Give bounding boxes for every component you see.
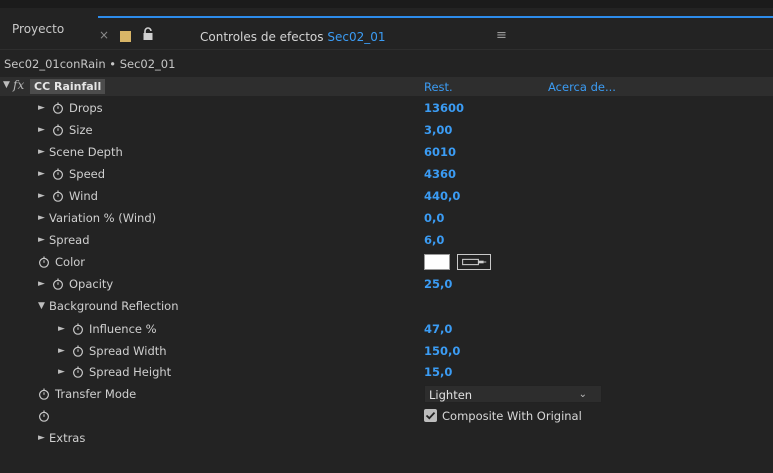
group-label: Extras [49, 431, 86, 445]
param-value-spread-height[interactable]: 15,0 [424, 361, 452, 383]
chevron-down-icon: ⌄ [578, 389, 587, 400]
param-label: Opacity [69, 277, 114, 291]
select-value: Lighten [429, 388, 473, 402]
expand-arrow-icon[interactable]: ► [38, 141, 45, 163]
param-label: Color [55, 255, 86, 269]
param-label: Spread Height [89, 365, 172, 379]
param-label: Scene Depth [49, 145, 123, 159]
param-label: Wind [69, 189, 98, 203]
param-row-spread-height: ► Spread Height 15,0 [0, 361, 773, 383]
param-value-variation[interactable]: 0,0 [424, 207, 444, 229]
param-group-background-reflection: ▼ Background Reflection [0, 295, 773, 317]
param-label: Size [69, 123, 93, 137]
tab-project[interactable]: Proyecto [12, 22, 64, 36]
active-tab-indicator [98, 16, 773, 18]
close-icon[interactable]: × [98, 28, 110, 42]
panel-menu-icon[interactable]: ≡ [496, 28, 507, 43]
stopwatch-icon[interactable] [38, 256, 50, 268]
param-row-composite: Composite With Original [0, 405, 773, 427]
checkbox-checked-icon[interactable] [424, 409, 437, 422]
param-label: Variation % (Wind) [49, 211, 157, 225]
param-value-opacity[interactable]: 25,0 [424, 273, 452, 295]
collapse-triangle-icon[interactable]: ▼ [3, 80, 10, 90]
param-row-influence: ► Influence % 47,0 [0, 318, 773, 340]
param-row-size: ► Size 3,00 [0, 119, 773, 141]
expand-arrow-icon[interactable]: ► [58, 361, 65, 383]
param-row-spread: ► Spread 6,0 [0, 229, 773, 251]
effect-name[interactable]: CC Rainfall [30, 79, 106, 94]
stopwatch-icon[interactable] [52, 190, 64, 202]
expand-arrow-icon[interactable]: ► [38, 207, 45, 229]
expand-arrow-icon[interactable]: ► [38, 229, 45, 251]
panel-tab-bar: Proyecto × Controles de efectos Sec02_01… [0, 8, 773, 50]
stopwatch-icon[interactable] [52, 278, 64, 290]
layer-color-swatch [120, 31, 131, 42]
param-value-spread[interactable]: 6,0 [424, 229, 444, 251]
collapse-arrow-icon[interactable]: ▼ [38, 295, 45, 317]
param-label: Spread [49, 233, 90, 247]
param-value-speed[interactable]: 4360 [424, 163, 456, 185]
param-value-size[interactable]: 3,00 [424, 119, 452, 141]
lock-icon[interactable] [141, 27, 155, 41]
param-value-drops[interactable]: 13600 [424, 97, 464, 119]
expand-arrow-icon[interactable]: ► [58, 340, 65, 362]
param-value-scene-depth[interactable]: 6010 [424, 141, 456, 163]
about-link[interactable]: Acerca de... [548, 80, 616, 94]
stopwatch-icon[interactable] [52, 168, 64, 180]
stopwatch-icon[interactable] [72, 345, 84, 357]
tab-title: Controles de efectos Sec02_01 [200, 30, 385, 44]
tab-title-comp: Sec02_01 [327, 30, 386, 44]
expand-arrow-icon[interactable]: ► [58, 318, 65, 340]
expand-arrow-icon[interactable]: ► [38, 185, 45, 207]
param-row-transfer-mode: Transfer Mode Lighten ⌄ [0, 383, 773, 405]
param-label: Transfer Mode [55, 387, 137, 401]
param-row-drops: ► Drops 13600 [0, 97, 773, 119]
param-value-influence[interactable]: 47,0 [424, 318, 452, 340]
param-value-spread-width[interactable]: 150,0 [424, 340, 460, 362]
effect-header-row[interactable]: ▼ fx CC Rainfall Rest. Acerca de... [0, 77, 773, 96]
color-swatch[interactable] [424, 254, 450, 270]
param-row-variation: ► Variation % (Wind) 0,0 [0, 207, 773, 229]
param-label: Drops [69, 101, 103, 115]
param-group-extras: ► Extras [0, 427, 773, 449]
param-label: Spread Width [89, 344, 167, 358]
param-row-wind: ► Wind 440,0 [0, 185, 773, 207]
param-label: Speed [69, 167, 106, 181]
expand-arrow-icon[interactable]: ► [38, 427, 45, 449]
param-row-speed: ► Speed 4360 [0, 163, 773, 185]
stopwatch-icon[interactable] [52, 124, 64, 136]
group-label: Background Reflection [49, 299, 179, 313]
tab-title-prefix: Controles de efectos [200, 30, 328, 44]
param-row-scene-depth: ► Scene Depth 6010 [0, 141, 773, 163]
eyedropper-icon[interactable] [457, 254, 491, 270]
param-row-opacity: ► Opacity 25,0 [0, 273, 773, 295]
expand-arrow-icon[interactable]: ► [38, 273, 45, 295]
expand-arrow-icon[interactable]: ► [38, 97, 45, 119]
breadcrumb: Sec02_01conRain • Sec02_01 [4, 57, 176, 71]
fx-toggle-icon[interactable]: fx [13, 78, 24, 92]
param-row-color: Color [0, 251, 773, 273]
expand-arrow-icon[interactable]: ► [38, 163, 45, 185]
checkbox-label: Composite With Original [442, 409, 582, 423]
top-strip [0, 0, 773, 8]
param-label: Influence % [89, 322, 157, 336]
param-value-wind[interactable]: 440,0 [424, 185, 460, 207]
reset-link[interactable]: Rest. [424, 80, 453, 94]
expand-arrow-icon[interactable]: ► [38, 119, 45, 141]
stopwatch-icon[interactable] [72, 366, 84, 378]
stopwatch-icon[interactable] [72, 323, 84, 335]
stopwatch-icon[interactable] [38, 388, 50, 400]
stopwatch-icon[interactable] [52, 102, 64, 114]
stopwatch-icon[interactable] [38, 410, 50, 422]
param-row-spread-width: ► Spread Width 150,0 [0, 340, 773, 362]
transfer-mode-select[interactable]: Lighten ⌄ [424, 385, 602, 403]
